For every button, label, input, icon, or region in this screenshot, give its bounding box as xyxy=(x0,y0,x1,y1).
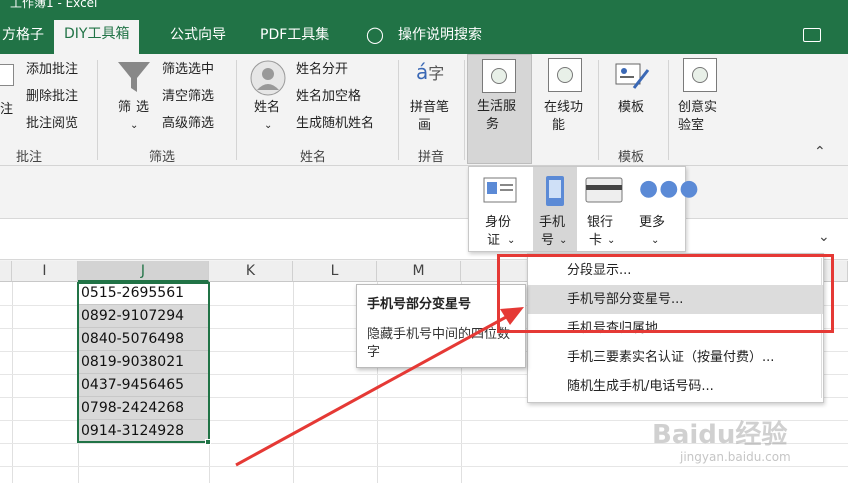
watermark-url: jingyan.baidu.com xyxy=(680,450,791,464)
arrow-annotation xyxy=(235,307,524,467)
watermark-brand: Baidu经验 xyxy=(652,420,788,450)
